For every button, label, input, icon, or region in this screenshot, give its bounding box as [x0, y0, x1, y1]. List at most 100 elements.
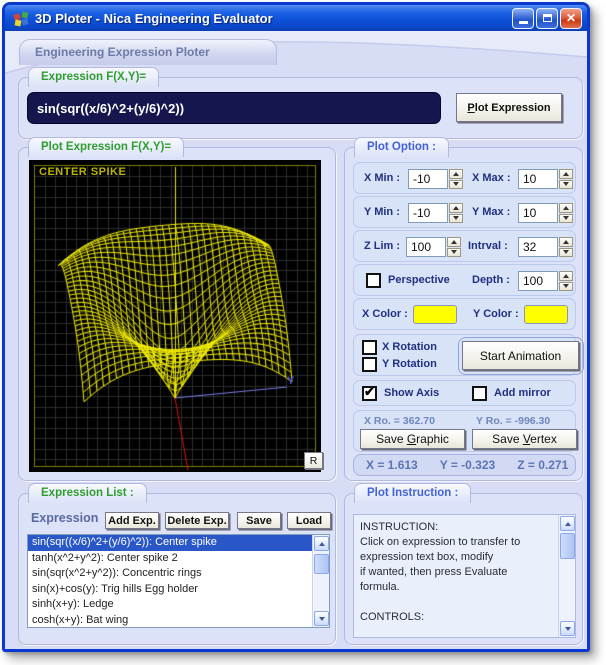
- maximize-button[interactable]: [536, 8, 558, 29]
- up-arrow-icon: [563, 172, 569, 176]
- reset-view-button[interactable]: R: [304, 452, 323, 469]
- expression-listbox[interactable]: sin(sqr((x/6)^2+(y/6)^2)): Center spike …: [27, 534, 330, 628]
- depth-value[interactable]: 100: [518, 271, 558, 291]
- y-color-swatch[interactable]: [524, 305, 568, 324]
- y-max-spinner[interactable]: 10: [518, 203, 573, 223]
- save-graphic-button[interactable]: Save Graphic: [360, 429, 465, 449]
- x-max-spinner[interactable]: 10: [518, 169, 573, 189]
- scroll-thumb[interactable]: [560, 533, 575, 559]
- save-vertex-button[interactable]: Save Vertex: [472, 429, 577, 449]
- tab-engineering-expression-ploter[interactable]: Engineering Expression Ploter: [19, 39, 277, 65]
- x-min-spinner[interactable]: -10: [408, 169, 463, 189]
- scroll-down-button[interactable]: [314, 611, 329, 626]
- list-item[interactable]: sin(sqr(x^2+y^2)): Concentric rings: [28, 566, 329, 582]
- app-window: 3D Ploter - Nica Engineering Evaluator E…: [2, 2, 590, 652]
- list-item[interactable]: sin(x)+cos(y): Trig hills Egg holder: [28, 582, 329, 598]
- depth-label: Depth :: [472, 274, 510, 286]
- z-lim-label: Z Lim :: [364, 240, 400, 252]
- spin-up-button[interactable]: [447, 237, 461, 247]
- spin-up-button[interactable]: [559, 237, 573, 247]
- add-mirror-checkbox[interactable]: [472, 386, 487, 401]
- x-range-row: X Min : -10 X Max : 10: [353, 162, 576, 194]
- list-item[interactable]: tanh(x^2+y^2): Center spike 2: [28, 551, 329, 567]
- add-expression-button[interactable]: Add Exp.: [105, 512, 159, 529]
- scroll-thumb[interactable]: [314, 554, 329, 574]
- close-button[interactable]: [560, 8, 582, 29]
- spin-down-button[interactable]: [559, 282, 573, 292]
- plot-instruction-group-label: Plot Instruction :: [354, 483, 471, 503]
- spin-up-button[interactable]: [559, 169, 573, 179]
- zlim-interval-row: Z Lim : 100 Intrval : 32: [353, 230, 576, 262]
- y-min-value[interactable]: -10: [408, 203, 448, 223]
- spin-down-button[interactable]: [559, 214, 573, 224]
- close-icon: [566, 11, 576, 25]
- instruction-scrollbar[interactable]: [558, 515, 575, 637]
- down-arrow-icon: [563, 182, 569, 186]
- spin-up-button[interactable]: [449, 203, 463, 213]
- delete-expression-button[interactable]: Delete Exp.: [165, 512, 229, 529]
- y-min-spinner[interactable]: -10: [408, 203, 463, 223]
- x-rotation-readout: X Ro. = 362.70: [364, 415, 435, 427]
- y-max-label: Y Max :: [472, 206, 510, 218]
- x-color-swatch[interactable]: [413, 305, 457, 324]
- y-rotation-label: Y Rotation: [382, 358, 437, 370]
- down-arrow-icon: [453, 216, 459, 220]
- up-arrow-icon: [563, 240, 569, 244]
- save-list-button[interactable]: Save: [237, 512, 281, 529]
- spin-down-button[interactable]: [449, 214, 463, 224]
- show-axis-checkbox[interactable]: ✔: [362, 386, 377, 401]
- list-item[interactable]: sinh(x+y): Ledge: [28, 597, 329, 613]
- list-item[interactable]: sin(sqr((x/6)^2+(y/6)^2)): Center spike: [28, 535, 329, 551]
- y-range-row: Y Min : -10 Y Max : 10: [353, 196, 576, 228]
- minimize-button[interactable]: [512, 8, 534, 29]
- up-arrow-icon: [563, 206, 569, 210]
- spin-down-button[interactable]: [447, 248, 461, 258]
- scroll-down-button[interactable]: [560, 621, 575, 636]
- start-animation-button[interactable]: Start Animation: [462, 341, 579, 370]
- window-content: Engineering Expression Ploter Expression…: [5, 31, 587, 649]
- scroll-up-button[interactable]: [314, 536, 329, 551]
- spin-up-button[interactable]: [559, 271, 573, 281]
- plot-group: Plot Expression F(X,Y)= CENTER SPIKE Y R: [18, 147, 336, 481]
- down-arrow-icon: [319, 617, 325, 621]
- scroll-up-button[interactable]: [560, 516, 575, 531]
- window-title: 3D Ploter - Nica Engineering Evaluator: [35, 11, 273, 26]
- interval-value[interactable]: 32: [518, 237, 558, 257]
- app-pinwheel-icon: [13, 10, 30, 27]
- plot-option-group-label: Plot Option :: [354, 137, 449, 157]
- axis-colors-row: X Color : Y Color :: [353, 298, 576, 330]
- down-arrow-icon: [563, 284, 569, 288]
- spin-down-button[interactable]: [449, 180, 463, 190]
- spin-up-button[interactable]: [449, 169, 463, 179]
- plot-group-label: Plot Expression F(X,Y)=: [28, 137, 184, 157]
- perspective-checkbox[interactable]: [366, 273, 381, 288]
- z-lim-spinner[interactable]: 100: [406, 237, 461, 257]
- plot-expression-button[interactable]: Plot Expression: [456, 93, 562, 122]
- load-list-button[interactable]: Load: [287, 512, 331, 529]
- x-rotation-checkbox[interactable]: [362, 340, 377, 355]
- list-scrollbar[interactable]: [312, 535, 329, 627]
- x-max-value[interactable]: 10: [518, 169, 558, 189]
- coordinate-status-bar: X = 1.613 Y = -0.323 Z = 0.271: [353, 454, 576, 476]
- depth-spinner[interactable]: 100: [518, 271, 573, 291]
- z-lim-value[interactable]: 100: [406, 237, 446, 257]
- y-min-label: Y Min :: [364, 206, 400, 218]
- list-item[interactable]: cosh(x+y): Bat wing: [28, 613, 329, 629]
- y-axis-label: Y: [287, 375, 294, 387]
- expression-input[interactable]: [27, 92, 441, 124]
- save-row: X Ro. = 362.70 Y Ro. = -996.30 Save Grap…: [353, 410, 576, 452]
- title-bar[interactable]: 3D Ploter - Nica Engineering Evaluator: [5, 5, 587, 31]
- x-rotation-label: X Rotation: [382, 341, 437, 353]
- y-rotation-checkbox[interactable]: [362, 357, 377, 372]
- spin-up-button[interactable]: [559, 203, 573, 213]
- spin-down-button[interactable]: [559, 248, 573, 258]
- y-max-value[interactable]: 10: [518, 203, 558, 223]
- plot-instruction-group: Plot Instruction : INSTRUCTION: Click on…: [344, 493, 583, 645]
- x-max-label: X Max :: [472, 172, 511, 184]
- plot-canvas[interactable]: [29, 160, 321, 472]
- x-min-value[interactable]: -10: [408, 169, 448, 189]
- interval-spinner[interactable]: 32: [518, 237, 573, 257]
- interval-label: Intrval :: [468, 240, 508, 252]
- spin-down-button[interactable]: [559, 180, 573, 190]
- instruction-textbox[interactable]: INSTRUCTION: Click on expression to tran…: [353, 514, 576, 638]
